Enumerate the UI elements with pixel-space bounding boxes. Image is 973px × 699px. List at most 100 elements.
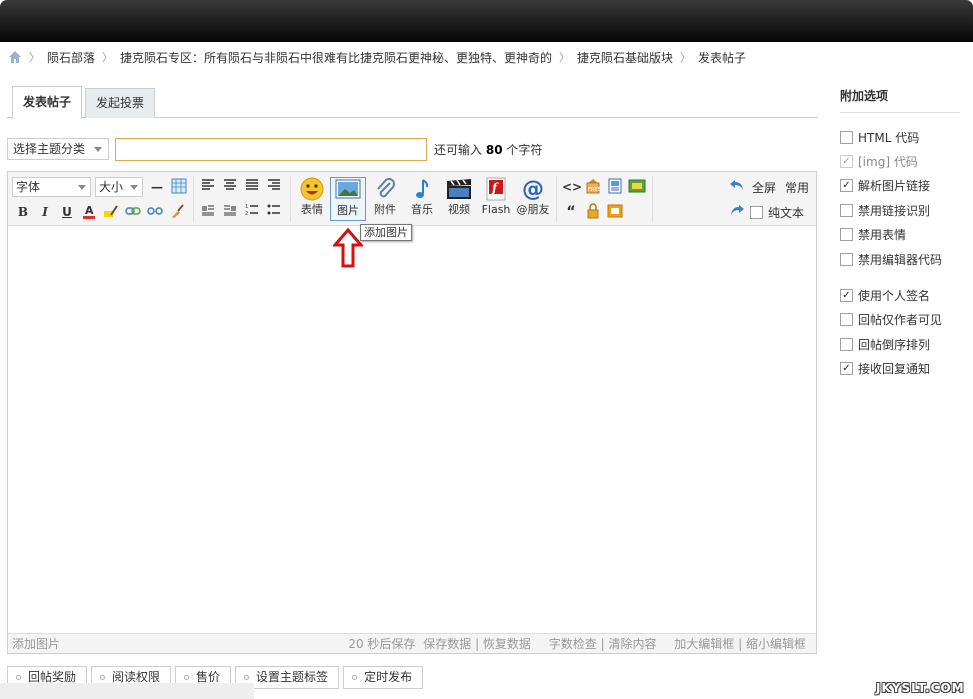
float-right-icon[interactable] bbox=[221, 203, 239, 221]
undo-icon[interactable] bbox=[728, 178, 746, 196]
disable-link-detect-checkbox[interactable] bbox=[840, 203, 853, 217]
reply-notify-checkbox[interactable]: ✓ bbox=[840, 362, 853, 376]
ordered-list-icon[interactable]: 12 bbox=[243, 203, 261, 221]
bullet-icon bbox=[100, 675, 106, 680]
parse-image-link-label: 解析图片链接 bbox=[858, 179, 931, 194]
music-label: 音乐 bbox=[411, 203, 433, 216]
option-disable-link-detect[interactable]: 禁用链接识别 bbox=[840, 198, 960, 222]
save-data-link[interactable]: 保存数据 bbox=[423, 637, 471, 651]
unordered-list-icon[interactable] bbox=[265, 203, 283, 221]
tab-new-poll[interactable]: 发起投票 bbox=[85, 88, 155, 118]
parse-image-link-checkbox[interactable]: ✓ bbox=[840, 179, 853, 193]
option-html-code[interactable]: HTML 代码 bbox=[840, 125, 960, 149]
home-icon[interactable] bbox=[8, 50, 22, 64]
editor-content-area[interactable] bbox=[8, 227, 816, 632]
breadcrumb-link-zone[interactable]: 捷克陨石专区：所有陨石与非陨石中很难有比捷克陨石更神秘、更独特、更神奇的 bbox=[120, 49, 552, 66]
lock-icon[interactable] bbox=[584, 203, 602, 221]
font-size-select[interactable]: 大小 bbox=[95, 177, 143, 197]
fullscreen-button[interactable]: 全屏 bbox=[752, 179, 776, 196]
bold-button[interactable]: B bbox=[14, 203, 32, 221]
bullet-icon bbox=[352, 675, 358, 680]
page-icon[interactable] bbox=[606, 178, 624, 196]
common-button[interactable]: 常用 bbox=[785, 179, 809, 196]
option-reply-notify[interactable]: ✓ 接收回复通知 bbox=[840, 357, 960, 381]
redo-icon[interactable] bbox=[728, 203, 746, 221]
attachment-button[interactable]: 附件 bbox=[367, 177, 403, 221]
horizontal-rule-icon[interactable]: — bbox=[148, 178, 166, 196]
remain-suffix: 个字符 bbox=[506, 143, 543, 157]
remain-prefix: 还可输入 bbox=[434, 143, 483, 157]
float-left-icon[interactable] bbox=[199, 203, 217, 221]
emoticon-button[interactable]: 表情 bbox=[294, 177, 330, 221]
word-count-link[interactable]: 字数检查 bbox=[549, 637, 597, 651]
scheduled-post-button[interactable]: 定时发布 bbox=[343, 666, 424, 689]
clear-format-brush-icon[interactable] bbox=[168, 203, 186, 221]
option-reply-author-only[interactable]: 回帖仅作者可见 bbox=[840, 308, 960, 332]
tab-new-post[interactable]: 发表帖子 bbox=[12, 86, 82, 119]
align-justify-icon[interactable] bbox=[243, 178, 261, 196]
reply-reward-label: 回帖奖励 bbox=[28, 670, 77, 684]
table-icon[interactable] bbox=[170, 178, 188, 196]
option-parse-image-link[interactable]: ✓ 解析图片链接 bbox=[840, 174, 960, 198]
reply-notify-label: 接收回复通知 bbox=[858, 362, 931, 377]
disable-link-detect-label: 禁用链接识别 bbox=[858, 203, 931, 218]
html-code-label: HTML 代码 bbox=[858, 130, 920, 145]
option-use-signature[interactable]: ✓ 使用个人签名 bbox=[840, 283, 960, 307]
topic-type-select[interactable]: 选择主题分类 bbox=[7, 138, 109, 160]
insert-box-icon[interactable] bbox=[628, 178, 646, 196]
underline-button[interactable]: U bbox=[58, 203, 76, 221]
use-signature-checkbox[interactable]: ✓ bbox=[840, 289, 853, 303]
topic-type-value: 选择主题分类 bbox=[13, 142, 86, 156]
disable-editor-code-checkbox[interactable] bbox=[840, 252, 853, 266]
free-tag-icon[interactable]: FREE bbox=[584, 178, 602, 196]
chevron-down-icon bbox=[78, 185, 86, 190]
background-color-icon[interactable] bbox=[102, 203, 120, 221]
chevron-down-icon bbox=[130, 185, 138, 190]
subject-input[interactable] bbox=[115, 138, 427, 161]
italic-button[interactable]: I bbox=[36, 203, 54, 221]
align-right-icon[interactable] bbox=[265, 178, 283, 196]
bullet-icon bbox=[184, 675, 190, 680]
bottom-overlay-bar bbox=[0, 683, 254, 699]
option-disable-emoticons[interactable]: 禁用表情 bbox=[840, 223, 960, 247]
align-center-icon[interactable] bbox=[221, 178, 239, 196]
picture-icon bbox=[331, 178, 365, 204]
password-box-icon[interactable] bbox=[606, 203, 624, 221]
reverse-replies-checkbox[interactable] bbox=[840, 337, 853, 351]
option-disable-editor-code[interactable]: 禁用编辑器代码 bbox=[840, 247, 960, 271]
disable-emoticons-checkbox[interactable] bbox=[840, 228, 853, 242]
shrink-editor-link[interactable]: 缩小编辑框 bbox=[746, 637, 806, 651]
font-family-select[interactable]: 字体 bbox=[12, 177, 91, 197]
flash-button[interactable]: f Flash bbox=[478, 177, 514, 221]
align-left-icon[interactable] bbox=[199, 178, 217, 196]
code-icon[interactable]: <> bbox=[562, 178, 582, 196]
clear-content-link[interactable]: 清除内容 bbox=[608, 637, 656, 651]
option-img-code: ✓ [img] 代码 bbox=[840, 149, 960, 173]
image-tooltip: 添加图片 bbox=[360, 224, 412, 241]
restore-data-link[interactable]: 恢复数据 bbox=[483, 637, 531, 651]
mention-friend-button[interactable]: @ @朋友 bbox=[515, 177, 551, 221]
clapperboard-icon bbox=[441, 177, 477, 203]
link-icon[interactable] bbox=[124, 203, 142, 221]
music-button[interactable]: 音乐 bbox=[404, 177, 440, 221]
font-color-icon[interactable]: A bbox=[80, 203, 98, 221]
enlarge-editor-link[interactable]: 加大编辑框 bbox=[674, 637, 734, 651]
breadcrumb: 〉 陨石部落 〉 捷克陨石专区：所有陨石与非陨石中很难有比捷克陨石更神秘、更独特… bbox=[8, 48, 746, 66]
plaintext-toggle[interactable]: 纯文本 bbox=[750, 204, 804, 221]
video-button[interactable]: 视频 bbox=[441, 177, 477, 221]
disable-editor-code-label: 禁用编辑器代码 bbox=[858, 252, 943, 267]
chevron-right-icon: 〉 bbox=[680, 51, 692, 64]
quote-icon[interactable]: “ bbox=[562, 203, 580, 221]
breadcrumb-link-board[interactable]: 捷克陨石基础版块 bbox=[577, 49, 673, 66]
options-gap bbox=[840, 271, 960, 283]
reply-author-only-checkbox[interactable] bbox=[840, 313, 853, 327]
insert-image-button[interactable]: 图片 bbox=[330, 177, 366, 221]
html-code-checkbox[interactable] bbox=[840, 130, 853, 144]
reverse-replies-label: 回帖倒序排列 bbox=[858, 337, 931, 352]
editor-toolbar: 字体 大小 — B I U A 12 表情 图片 附件 音乐 视频 f Flash… bbox=[8, 172, 816, 226]
plaintext-checkbox[interactable] bbox=[750, 206, 763, 219]
unlink-icon[interactable] bbox=[146, 203, 164, 221]
flash-icon: f bbox=[478, 177, 514, 203]
breadcrumb-link-forum[interactable]: 陨石部落 bbox=[47, 49, 95, 66]
option-reverse-replies[interactable]: 回帖倒序排列 bbox=[840, 332, 960, 356]
